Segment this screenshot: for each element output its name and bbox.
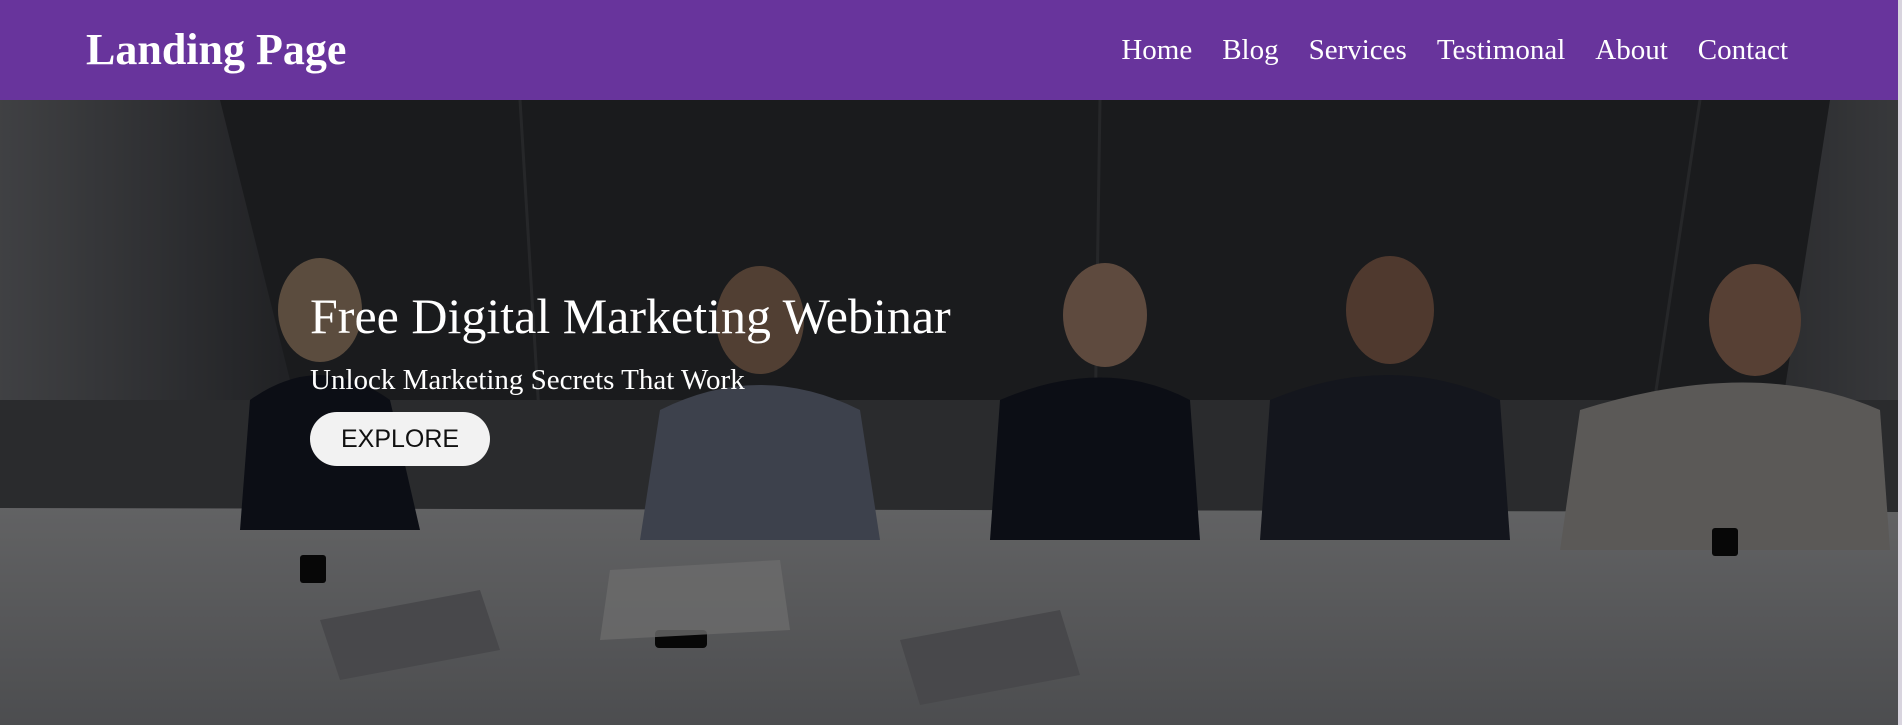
top-nav-bar: Landing Page Home Blog Services Testimon… [0,0,1898,100]
nav-services[interactable]: Services [1309,30,1407,70]
nav-testimonal[interactable]: Testimonal [1437,30,1565,70]
hero-title: Free Digital Marketing Webinar [310,288,951,344]
site-logo[interactable]: Landing Page [86,22,346,78]
main-nav: Home Blog Services Testimonal About Cont… [1091,30,1788,70]
hero-section: Free Digital Marketing Webinar Unlock Ma… [0,100,1898,725]
nav-contact[interactable]: Contact [1698,30,1788,70]
nav-home[interactable]: Home [1121,30,1192,70]
hero-subtitle: Unlock Marketing Secrets That Work [310,364,745,396]
explore-button[interactable]: EXPLORE [310,412,491,466]
nav-blog[interactable]: Blog [1222,30,1278,70]
hero-content: Free Digital Marketing Webinar Unlock Ma… [310,286,951,466]
nav-about[interactable]: About [1595,30,1668,70]
landing-page: Landing Page Home Blog Services Testimon… [0,0,1902,725]
page-scrollbar[interactable] [1898,0,1902,725]
